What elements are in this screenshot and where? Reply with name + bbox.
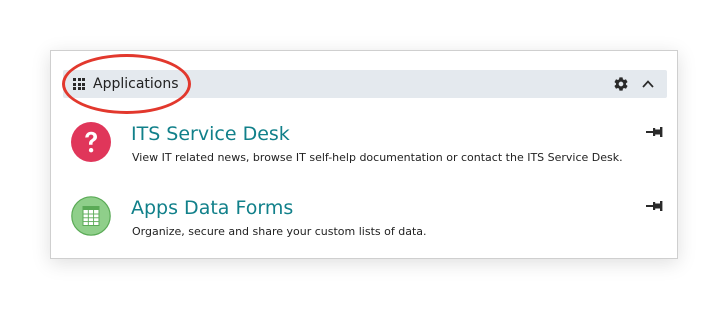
gear-icon[interactable] [613,76,629,92]
grid-icon [73,78,86,90]
app-title[interactable]: ITS Service Desk [131,122,290,146]
app-title[interactable]: Apps Data Forms [131,196,293,220]
app-description: View IT related news, browse IT self-hel… [132,151,623,164]
pin-icon[interactable] [646,200,664,212]
pin-icon[interactable] [646,126,664,138]
card-title: Applications [93,76,179,92]
question-icon [71,122,111,162]
applications-card: Applications ITS Service Desk View IT re… [50,50,678,259]
app-item-apps-data-forms[interactable]: Apps Data Forms Organize, secure and sha… [71,195,671,255]
spreadsheet-icon [71,196,111,236]
chevron-up-icon[interactable] [640,76,656,92]
card-header: Applications [63,70,667,98]
app-item-its-service-desk[interactable]: ITS Service Desk View IT related news, b… [71,121,671,181]
app-description: Organize, secure and share your custom l… [132,225,427,238]
